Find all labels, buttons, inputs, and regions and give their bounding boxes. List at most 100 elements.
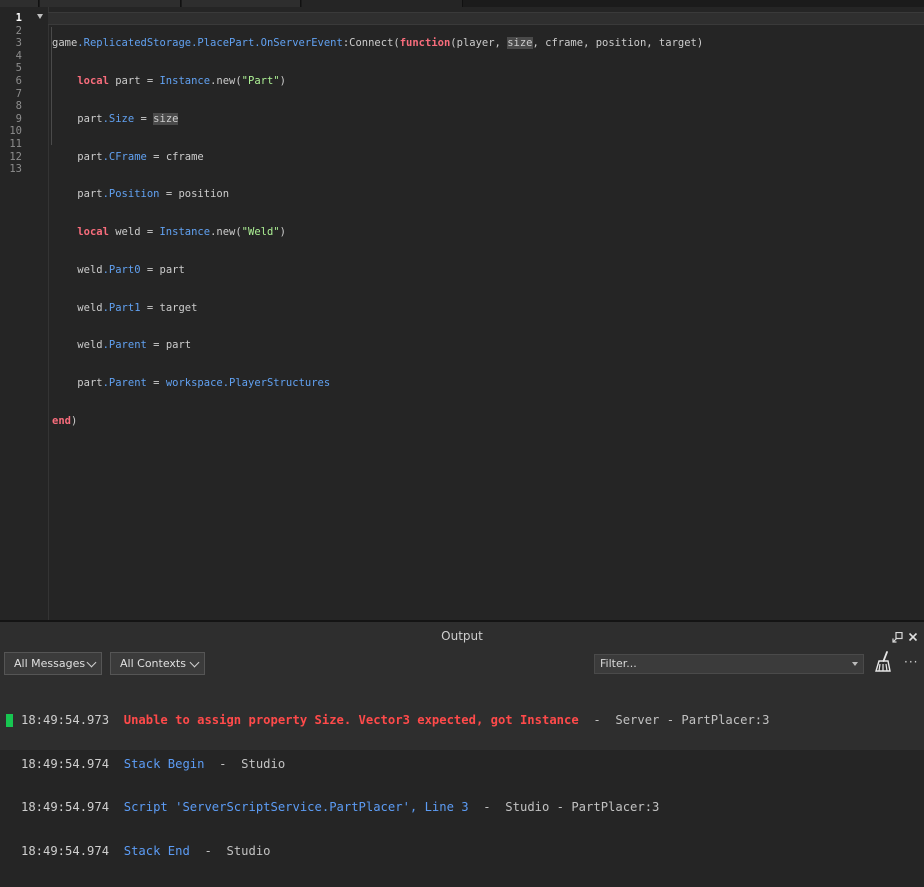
code-line-4: part.CFrame = cframe — [52, 151, 703, 164]
active-line-marker — [6, 714, 13, 727]
token: .Part1 — [102, 301, 141, 314]
tab-strip — [0, 0, 924, 7]
code-line-3: part.Size = size — [52, 112, 703, 126]
log-message[interactable]: Script 'ServerScriptService.PartPlacer',… — [124, 800, 469, 814]
log-source: - Studio — [204, 756, 286, 771]
code-line-7: weld.Part0 = part — [52, 264, 703, 277]
log-line: 18:49:54.974 Script 'ServerScriptService… — [0, 800, 924, 815]
script-editor[interactable]: 1 2 3 4 5 6 7 8 9 10 11 12 13 game.Repli… — [0, 7, 924, 620]
token: = — [146, 377, 166, 390]
code-line-8: weld.Part1 = target — [52, 302, 703, 315]
token: weld = — [108, 226, 160, 239]
line-number: 11 — [9, 138, 22, 150]
token: .ReplicatedStorage.PlacePart.OnServerEve… — [77, 37, 343, 50]
token: = part — [146, 339, 192, 352]
token: .Position — [102, 188, 160, 201]
tab-1[interactable] — [0, 0, 39, 7]
broom-icon[interactable] — [873, 650, 895, 674]
code-line-11: end) — [52, 415, 703, 428]
token: .new( — [210, 226, 242, 239]
log-timestamp: 18:49:54.974 — [21, 756, 110, 771]
line-number: 2 — [15, 24, 22, 37]
tab-3[interactable] — [182, 0, 301, 7]
token: part — [77, 377, 103, 390]
filter-dropdown-arrow-icon[interactable] — [852, 662, 858, 666]
token: ) — [279, 74, 286, 87]
token: ) — [279, 226, 286, 239]
token: weld — [77, 263, 103, 276]
log-timestamp: 18:49:54.974 — [21, 843, 110, 858]
code-line-1: game.ReplicatedStorage.PlacePart.OnServe… — [52, 37, 703, 50]
code-line-2: local part = Instance.new("Part") — [52, 75, 703, 88]
undock-icon[interactable] — [891, 631, 903, 644]
token: = part — [140, 263, 185, 276]
log-message[interactable]: Stack End — [124, 844, 190, 858]
line-number: 10 — [9, 125, 22, 138]
token: part — [77, 150, 103, 163]
keyword-token: function — [399, 37, 451, 50]
token: .new( — [210, 74, 242, 87]
code-content[interactable]: game.ReplicatedStorage.PlacePart.OnServe… — [52, 12, 703, 528]
output-panel: Output All Messages All Contexts Filter.… — [0, 620, 924, 858]
tab-2[interactable] — [40, 0, 181, 7]
token: .CFrame — [102, 150, 147, 163]
chevron-down-icon — [86, 657, 97, 668]
line-number: 6 — [15, 75, 22, 87]
line-number: 7 — [15, 87, 22, 100]
tab-partplacer[interactable] — [302, 0, 463, 7]
token: = target — [140, 301, 198, 314]
fold-arrow-icon[interactable] — [37, 14, 43, 19]
token: .Part0 — [102, 263, 141, 276]
context-filter-dropdown[interactable]: All Contexts — [110, 652, 205, 675]
log-timestamp: 18:49:54.973 — [21, 713, 110, 727]
selected-token: size — [507, 37, 533, 50]
line-number: 4 — [15, 49, 22, 62]
context-filter-label: All Contexts — [120, 657, 186, 670]
line-number: 1 — [15, 12, 22, 24]
token: , cframe, position, target) — [532, 37, 704, 50]
token: = cframe — [146, 150, 204, 163]
log-message[interactable]: Unable to assign property Size. Vector3 … — [124, 713, 579, 727]
keyword-token: local — [77, 226, 109, 239]
token: Instance — [159, 226, 211, 239]
token: Instance — [159, 74, 211, 87]
token: .Parent — [102, 339, 147, 352]
log-source: - Server - PartPlacer:3 — [578, 713, 770, 727]
output-log[interactable]: 18:49:54.973 Unable to assign property S… — [0, 684, 924, 887]
string-token: "Weld" — [241, 226, 280, 239]
selected-token: size — [153, 112, 179, 125]
message-filter-dropdown[interactable]: All Messages — [4, 652, 102, 675]
line-number: 9 — [15, 112, 22, 125]
token: part — [77, 112, 103, 125]
filter-input[interactable]: Filter... — [594, 654, 864, 674]
close-icon[interactable] — [907, 632, 919, 644]
fold-column — [34, 7, 49, 620]
line-number: 3 — [15, 37, 22, 50]
code-line-6: local weld = Instance.new("Weld") — [52, 226, 703, 239]
token: game — [52, 37, 78, 50]
chevron-down-icon — [189, 657, 200, 668]
filter-placeholder: Filter... — [600, 657, 637, 670]
log-source: - Studio — [189, 843, 271, 858]
token: :Connect( — [342, 37, 400, 50]
log-timestamp: 18:49:54.974 — [21, 800, 110, 814]
line-number: 5 — [15, 62, 22, 75]
code-line-5: part.Position = position — [52, 188, 703, 201]
line-number: 12 — [9, 150, 22, 163]
token: .Parent — [102, 377, 147, 390]
line-number: 13 — [9, 163, 22, 176]
log-line: 18:49:54.973 Unable to assign property S… — [0, 713, 924, 728]
token: workspace.PlayerStructures — [165, 377, 331, 390]
token: part = — [108, 74, 160, 87]
log-message[interactable]: Stack Begin — [124, 757, 205, 771]
line-number: 8 — [15, 100, 22, 113]
output-toolbar: All Messages All Contexts Filter... — [0, 650, 924, 678]
keyword-token: end — [52, 415, 71, 427]
token: (player, — [450, 37, 508, 50]
more-icon[interactable]: ··· — [904, 655, 918, 669]
token: ) — [70, 415, 78, 427]
string-token: "Part" — [241, 74, 280, 87]
output-title: Output — [441, 629, 483, 643]
